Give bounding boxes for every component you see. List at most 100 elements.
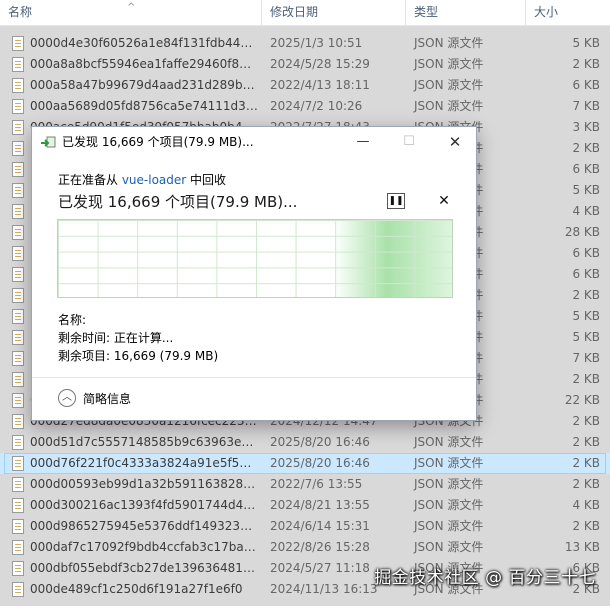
- minimize-button[interactable]: —: [340, 127, 386, 158]
- json-file-icon: [12, 204, 24, 219]
- file-type: JSON 源文件: [414, 519, 484, 533]
- file-date: 2022/4/13 18:11: [270, 78, 370, 92]
- column-size[interactable]: 大小: [526, 0, 610, 26]
- json-file-icon: [12, 183, 24, 198]
- json-file-icon: [12, 582, 24, 597]
- json-file-icon: [12, 225, 24, 240]
- file-row[interactable]: 000aa5689d05fd8756ca5e74111d3a3... 2024/7…: [0, 96, 610, 117]
- file-date: 2024/7/2 10:26: [270, 99, 363, 113]
- sort-caret-icon: ^: [127, 2, 136, 13]
- close-button[interactable]: ✕: [432, 127, 478, 158]
- file-row[interactable]: 000d00593eb99d1a32b5911638285d... 2022/7/…: [0, 474, 610, 495]
- file-row[interactable]: 0000d4e30f60526a1e84f131fdb44ab... 2025/1…: [0, 33, 610, 54]
- column-name-label: 名称: [8, 5, 33, 19]
- file-row[interactable]: 000d300216ac1393f4fd5901744d467... 2024/8…: [0, 495, 610, 516]
- column-type-label: 类型: [414, 5, 439, 19]
- items-remaining: 剩余项目: 16,669 (79.9 MB): [58, 349, 219, 363]
- file-size: 7 KB: [572, 99, 600, 113]
- file-size: 22 KB: [564, 393, 600, 407]
- file-date: 2025/8/20 16:46: [270, 456, 370, 470]
- divider: [32, 377, 476, 378]
- file-date: 2025/1/3 10:51: [270, 36, 363, 50]
- file-name: 000d00593eb99d1a32b5911638285d...: [30, 477, 258, 491]
- json-file-icon: [12, 351, 24, 366]
- file-name: 000a8a8bcf55946ea1faffe29460f850.j...: [30, 57, 258, 71]
- file-size: 13 KB: [564, 540, 600, 554]
- json-file-icon: [12, 372, 24, 387]
- file-type: JSON 源文件: [414, 456, 484, 470]
- column-date-label: 修改日期: [270, 5, 319, 19]
- file-name: 000aa5689d05fd8756ca5e74111d3a3...: [30, 99, 258, 113]
- maximize-button[interactable]: ☐: [386, 127, 432, 158]
- item-name-label: 名称:: [58, 313, 87, 327]
- progress-graph: [57, 219, 453, 298]
- file-row[interactable]: 000a8a8bcf55946ea1faffe29460f850.j... 202…: [0, 54, 610, 75]
- json-file-icon: [12, 477, 24, 492]
- json-file-icon: [12, 120, 24, 135]
- file-size: 6 KB: [572, 162, 600, 176]
- file-date: 2024/8/21 13:55: [270, 498, 370, 512]
- source-folder-link[interactable]: vue-loader: [122, 173, 186, 187]
- file-row[interactable]: 000daf7c17092f9bdb4ccfab3c17ba30... 2022/…: [0, 537, 610, 558]
- file-name: 000d76f221f0c4333a3824a91e5f54a7...: [30, 456, 258, 470]
- watermark: 掘金技术社区 @ 百分三十七: [374, 568, 596, 588]
- file-size: 5 KB: [572, 183, 600, 197]
- json-file-icon: [12, 57, 24, 72]
- file-row[interactable]: 000d9865275945e5376ddf149323b6... 2024/6/…: [0, 516, 610, 537]
- progress-headline: 已发现 16,669 个项目(79.9 MB)...: [58, 193, 298, 211]
- file-size: 4 KB: [572, 498, 600, 512]
- json-file-icon: [12, 519, 24, 534]
- pause-button[interactable]: ❚❚: [387, 193, 405, 209]
- file-size: 28 KB: [564, 225, 600, 239]
- file-row[interactable]: 000d76f221f0c4333a3824a91e5f54a7... 2025/…: [0, 453, 610, 474]
- column-date[interactable]: 修改日期: [262, 0, 406, 26]
- file-size: 6 KB: [572, 78, 600, 92]
- fewer-details-label: 简略信息: [83, 392, 132, 406]
- json-file-icon: [12, 456, 24, 471]
- cancel-button[interactable]: ✕: [437, 193, 451, 209]
- file-size: 6 KB: [572, 267, 600, 281]
- file-name: 000a58a47b99679d4aad231d289b11...: [30, 78, 258, 92]
- file-type: JSON 源文件: [414, 477, 484, 491]
- file-date: 2022/7/6 13:55: [270, 477, 363, 491]
- file-type: JSON 源文件: [414, 435, 484, 449]
- file-name: 000daf7c17092f9bdb4ccfab3c17ba30...: [30, 540, 258, 554]
- file-name: 000d51d7c5557148585b9c63963eb5...: [30, 435, 258, 449]
- dialog-title: 已发现 16,669 个项目(79.9 MB)...: [62, 135, 254, 149]
- json-file-icon: [12, 330, 24, 345]
- file-size: 5 KB: [572, 36, 600, 50]
- file-name: 0000d4e30f60526a1e84f131fdb44ab...: [30, 36, 258, 50]
- file-name: 000dbf055ebdf3cb27de1396364819e...: [30, 561, 258, 575]
- file-size: 2 KB: [572, 477, 600, 491]
- file-row[interactable]: 000d51d7c5557148585b9c63963eb5... 2025/8/…: [0, 432, 610, 453]
- json-file-icon: [12, 246, 24, 261]
- file-name: 000de489cf1c250d6f191a27f1e6f0: [30, 582, 243, 596]
- file-type: JSON 源文件: [414, 540, 484, 554]
- json-file-icon: [12, 99, 24, 114]
- file-size: 7 KB: [572, 351, 600, 365]
- progress-graph-grid: [58, 220, 452, 297]
- column-name[interactable]: 名称 ^: [0, 0, 262, 26]
- status-suffix: 中回收: [186, 173, 227, 187]
- file-size: 2 KB: [572, 519, 600, 533]
- json-file-icon: [12, 78, 24, 93]
- dialog-titlebar[interactable]: 已发现 16,669 个项目(79.9 MB)... — ☐ ✕: [32, 127, 476, 158]
- json-file-icon: [12, 288, 24, 303]
- file-size: 6 KB: [572, 246, 600, 260]
- file-size: 5 KB: [572, 309, 600, 323]
- file-date: 2024/6/14 15:31: [270, 519, 370, 533]
- file-date: 2024/5/28 15:29: [270, 57, 370, 71]
- file-size: 3 KB: [572, 120, 600, 134]
- file-name: 000d9865275945e5376ddf149323b6...: [30, 519, 258, 533]
- file-type: JSON 源文件: [414, 57, 484, 71]
- json-file-icon: [12, 561, 24, 576]
- column-type[interactable]: 类型: [406, 0, 526, 26]
- file-row[interactable]: 000a58a47b99679d4aad231d289b11... 2022/4/…: [0, 75, 610, 96]
- chevron-up-icon: ︿: [58, 389, 76, 407]
- file-type: JSON 源文件: [414, 36, 484, 50]
- file-size: 2 KB: [572, 372, 600, 386]
- recycle-progress-dialog: 已发现 16,669 个项目(79.9 MB)... — ☐ ✕ 正在准备从 v…: [31, 126, 477, 421]
- column-size-label: 大小: [534, 5, 559, 19]
- file-size: 2 KB: [572, 414, 600, 428]
- json-file-icon: [12, 540, 24, 555]
